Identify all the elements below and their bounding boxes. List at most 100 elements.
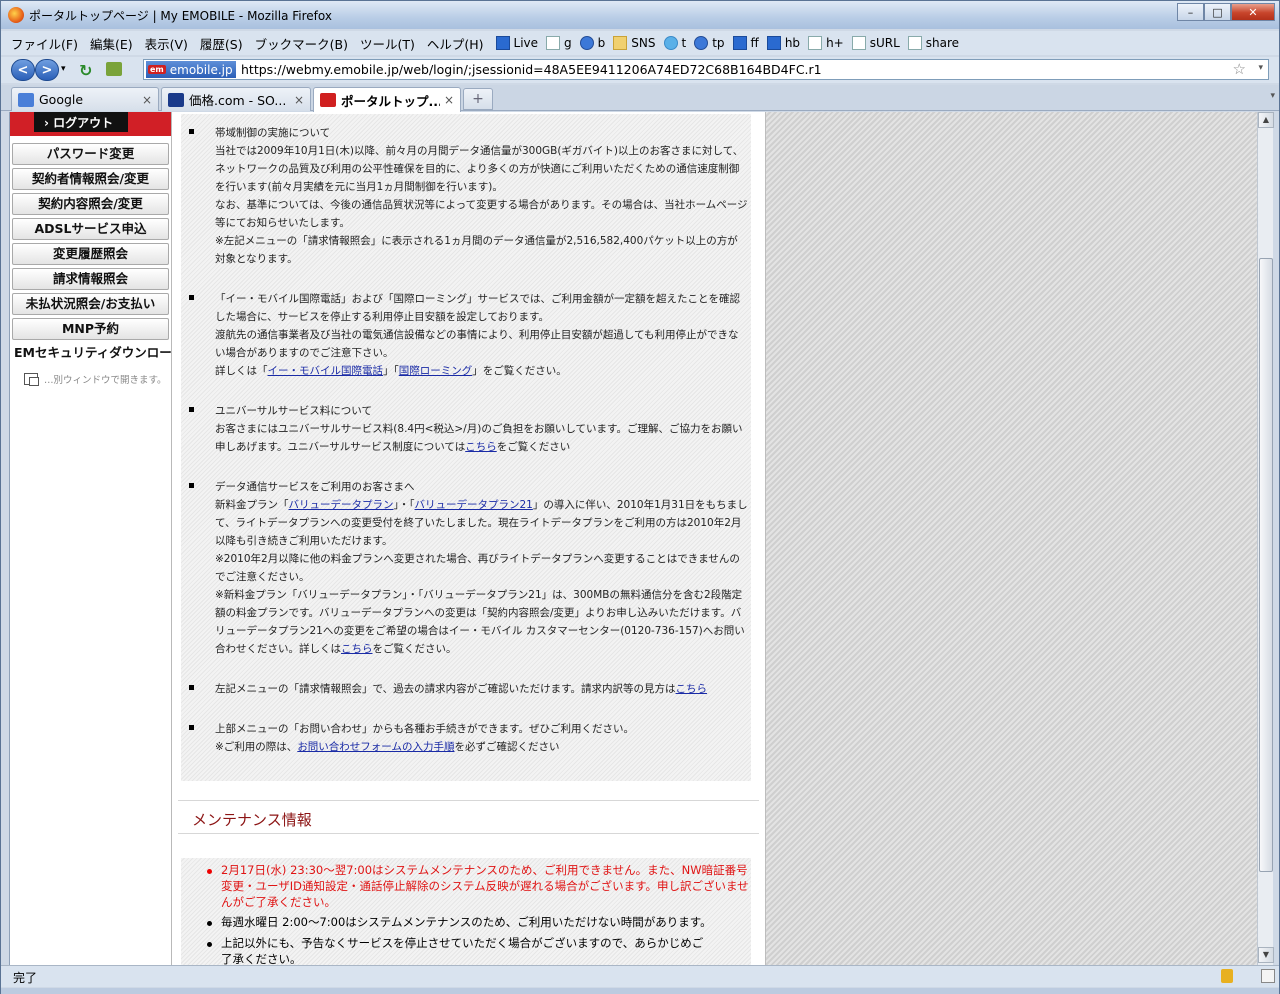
tab-google[interactable]: Google × — [11, 87, 159, 111]
menu-bookmarks[interactable]: ブックマーク(B) — [255, 34, 348, 53]
reload-button[interactable]: ↻ — [79, 61, 92, 80]
billing-guide-link[interactable]: こちら — [676, 683, 708, 695]
url-text[interactable]: https://webmy.emobile.jp/web/login/;jses… — [241, 62, 822, 77]
unpaid-status-button[interactable]: 未払状況照会/お支払い — [12, 293, 169, 315]
menu-history[interactable]: 履歴(S) — [200, 34, 243, 53]
bookmark-b[interactable]: b — [579, 36, 605, 50]
adsl-apply-button[interactable]: ADSLサービス申込 — [12, 218, 169, 240]
change-history-button[interactable]: 変更履歴照会 — [12, 243, 169, 265]
bookmark-tp[interactable]: tp — [694, 36, 725, 50]
bullet-square-icon — [189, 483, 194, 488]
new-tab-button[interactable]: + — [463, 88, 493, 110]
bullet-dot-icon — [207, 869, 212, 874]
tab-kakaku[interactable]: 価格.com - SO... × — [161, 87, 311, 111]
bookmark-share[interactable]: share — [907, 36, 959, 50]
resize-grip-icon[interactable] — [1261, 969, 1275, 983]
lock-icon[interactable] — [1221, 969, 1233, 983]
logout-button[interactable]: › ログアウト — [34, 112, 128, 132]
tab-list-icon[interactable]: ▾ — [1270, 91, 1275, 101]
bookmark-surl[interactable]: sURL — [851, 36, 900, 50]
bookmark-g[interactable]: g — [546, 36, 572, 50]
google-icon — [546, 36, 561, 50]
url-bar[interactable]: em emobile.jp https://webmy.emobile.jp/we… — [143, 59, 1269, 80]
bookmark-hb[interactable]: hb — [766, 36, 800, 50]
menu-tools[interactable]: ツール(T) — [360, 34, 415, 53]
status-bar: 完了 — [1, 965, 1279, 987]
notice-text: 「イー・モバイル国際電話」および「国際ローミング」サービスでは、ご利用金額が一定… — [215, 293, 740, 323]
menu-help[interactable]: ヘルプ(H) — [427, 34, 484, 53]
hatena-icon — [766, 36, 781, 50]
contract-info-button[interactable]: 契約内容照会/変更 — [12, 193, 169, 215]
bullet-dot-icon — [207, 942, 212, 947]
windows-icon — [495, 36, 510, 50]
new-window-icon — [24, 373, 39, 386]
window-bottom-edge — [1, 988, 1279, 994]
data-plan-details-link[interactable]: こちら — [341, 643, 373, 655]
bullet-square-icon — [189, 129, 194, 134]
menu-file[interactable]: ファイル(F) — [11, 34, 78, 53]
tab-close-icon[interactable]: × — [294, 93, 304, 107]
maintenance-text: 上記以外にも、予告なくサービスを停止させていただく場合がございますので、あらかじ… — [221, 936, 704, 965]
title-bar: ポータルトップページ | My EMOBILE - Mozilla Firefo… — [1, 1, 1279, 29]
bookmark-live[interactable]: Live — [495, 36, 538, 50]
notice-text: なお、基準については、今後の通信品質状況等によって変更する場合があります。その場… — [215, 199, 748, 229]
bullet-dot-icon — [207, 921, 212, 926]
scroll-up-button[interactable]: ▲ — [1258, 112, 1274, 128]
maximize-button[interactable]: □ — [1204, 3, 1231, 21]
minimize-button[interactable]: – — [1177, 3, 1204, 21]
intl-roaming-link[interactable]: 国際ローミング — [399, 365, 473, 377]
notice-text: 詳しくは「イー・モバイル国際電話」「国際ローミング」をご覧ください。 — [215, 365, 567, 377]
bookmark-hplus[interactable]: h+ — [808, 36, 844, 50]
maintenance-title: メンテナンス情報 — [192, 811, 312, 829]
scroll-down-button[interactable]: ▼ — [1258, 947, 1274, 963]
close-button[interactable]: ✕ — [1231, 3, 1275, 21]
status-text: 完了 — [13, 971, 38, 985]
notice-text: お客さまにはユニバーサルサービス料(8.4円<税込>/月)のご負担をお願いしてい… — [215, 423, 743, 453]
tab-close-icon[interactable]: × — [142, 93, 152, 107]
logout-bar: › ログアウト — [10, 112, 171, 136]
tab-close-icon[interactable]: × — [444, 93, 454, 107]
universal-service-link[interactable]: こちら — [465, 441, 497, 453]
value-data-plan21-link[interactable]: バリューデータプラン21 — [415, 499, 533, 511]
google-favicon — [18, 92, 34, 107]
tab-portal-top[interactable]: ポータルトップ... × — [313, 87, 461, 112]
notice-text: ※2010年2月以降に他の料金プランへ変更された場合、再びライトデータプランへ変… — [215, 553, 740, 583]
maintenance-box: 2月17日(水) 23:30～翌7:00はシステムメンテナンスのため、ご利用でき… — [181, 858, 751, 965]
notice-heading: 帯域制御の実施について — [215, 127, 331, 139]
billing-info-button[interactable]: 請求情報照会 — [12, 268, 169, 290]
background-pattern — [765, 112, 1257, 965]
home-button[interactable] — [106, 62, 122, 76]
scroll-thumb[interactable] — [1259, 258, 1273, 872]
maintenance-text: 毎週水曜日 2:00～7:00はシステムメンテナンスのため、ご利用いただけない時… — [221, 915, 712, 929]
subscriber-info-button[interactable]: 契約者情報照会/変更 — [12, 168, 169, 190]
folder-icon — [613, 36, 628, 50]
vertical-scrollbar[interactable]: ▲ ▼ — [1257, 112, 1274, 965]
notice-text: ※左記メニューの「請求情報照会」に表示される1ヵ月間のデータ通信量が2,516,… — [215, 235, 738, 265]
value-data-plan-link[interactable]: バリューデータプラン — [289, 499, 394, 511]
history-dropdown-icon[interactable]: ▾ — [61, 64, 66, 74]
browser-window: ポータルトップページ | My EMOBILE - Mozilla Firefo… — [0, 0, 1280, 994]
notice-text: 左記メニューの「請求情報照会」で、過去の請求内容がご確認いただけます。請求内訳等… — [215, 683, 708, 695]
window-title: ポータルトップページ | My EMOBILE - Mozilla Firefo… — [29, 9, 332, 23]
site-identity-button[interactable]: em emobile.jp — [146, 61, 236, 78]
page-icon — [808, 36, 823, 50]
bookmark-sns[interactable]: SNS — [613, 36, 656, 50]
bookmark-t[interactable]: t — [663, 36, 686, 50]
password-change-button[interactable]: パスワード変更 — [12, 143, 169, 165]
notice-box: 帯域制御の実施について 当社では2009年10月1日(木)以降、前々月の月間デー… — [181, 114, 751, 781]
bullet-square-icon — [189, 725, 194, 730]
mnp-reserve-button[interactable]: MNP予約 — [12, 318, 169, 340]
menu-edit[interactable]: 編集(E) — [90, 34, 133, 53]
menu-view[interactable]: 表示(V) — [145, 34, 188, 53]
back-button[interactable]: < — [11, 59, 35, 81]
intl-call-link[interactable]: イー・モバイル国際電話 — [268, 365, 384, 377]
tab-bar: Google × 価格.com - SO... × ポータルトップ... × +… — [1, 85, 1279, 112]
em-security-download-link[interactable]: EMセキュリティダウンロード — [12, 343, 184, 365]
bookmark-ff[interactable]: ff — [732, 36, 759, 50]
url-dropdown-icon[interactable]: ▾ — [1258, 63, 1263, 73]
bing-icon — [579, 36, 594, 50]
forward-button[interactable]: > — [35, 59, 59, 81]
notice-text: ※新料金プラン「バリューデータプラン」・「バリューデータプラン21」は、300M… — [215, 589, 745, 655]
bookmark-star-icon[interactable]: ☆ — [1233, 60, 1246, 78]
inquiry-form-link[interactable]: お問い合わせフォームの入力手順 — [297, 741, 454, 753]
